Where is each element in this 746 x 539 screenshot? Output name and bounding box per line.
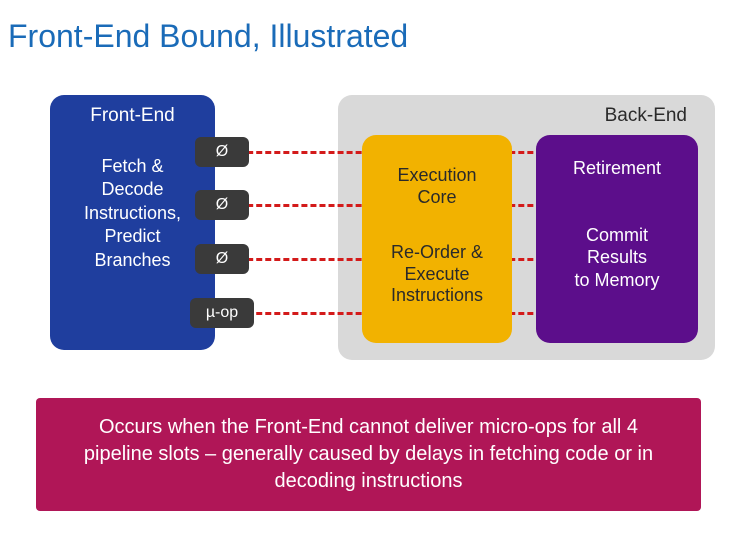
retirement-desc: Commit Results to Memory bbox=[536, 224, 698, 292]
frontend-label: Front-End bbox=[50, 105, 215, 127]
retirement-title: Retirement bbox=[536, 157, 698, 180]
frontend-line: Predict bbox=[50, 225, 215, 248]
execution-title-line: Core bbox=[362, 187, 512, 209]
caption-text: Occurs when the Front-End cannot deliver… bbox=[84, 416, 653, 492]
pipeline-slot-1: Ø bbox=[195, 137, 249, 167]
frontend-line: Branches bbox=[50, 249, 215, 272]
execution-desc: Re-Order & Execute Instructions bbox=[362, 242, 512, 307]
pipeline-slot-3: Ø bbox=[195, 244, 249, 274]
caption-box: Occurs when the Front-End cannot deliver… bbox=[36, 398, 701, 511]
frontend-line: Instructions, bbox=[50, 202, 215, 225]
frontend-desc: Fetch & Decode Instructions, Predict Bra… bbox=[50, 155, 215, 272]
pipeline-slot-4: µ-op bbox=[190, 298, 254, 328]
execution-desc-line: Re-Order & bbox=[362, 242, 512, 264]
retirement-desc-line: Commit bbox=[536, 224, 698, 247]
retirement-box: Retirement Commit Results to Memory bbox=[536, 135, 698, 343]
execution-desc-line: Execute bbox=[362, 264, 512, 286]
execution-title-line: Execution bbox=[362, 165, 512, 187]
pipeline-diagram: Front-End Fetch & Decode Instructions, P… bbox=[20, 95, 726, 375]
frontend-line: Decode bbox=[50, 178, 215, 201]
frontend-line: Fetch & bbox=[50, 155, 215, 178]
pipeline-slot-2: Ø bbox=[195, 190, 249, 220]
backend-label: Back-End bbox=[605, 105, 687, 126]
retirement-desc-line: to Memory bbox=[536, 269, 698, 292]
page-title: Front-End Bound, Illustrated bbox=[0, 0, 746, 55]
retirement-desc-line: Results bbox=[536, 246, 698, 269]
execution-title: Execution Core bbox=[362, 165, 512, 208]
execution-desc-line: Instructions bbox=[362, 285, 512, 307]
execution-core-box: Execution Core Re-Order & Execute Instru… bbox=[362, 135, 512, 343]
